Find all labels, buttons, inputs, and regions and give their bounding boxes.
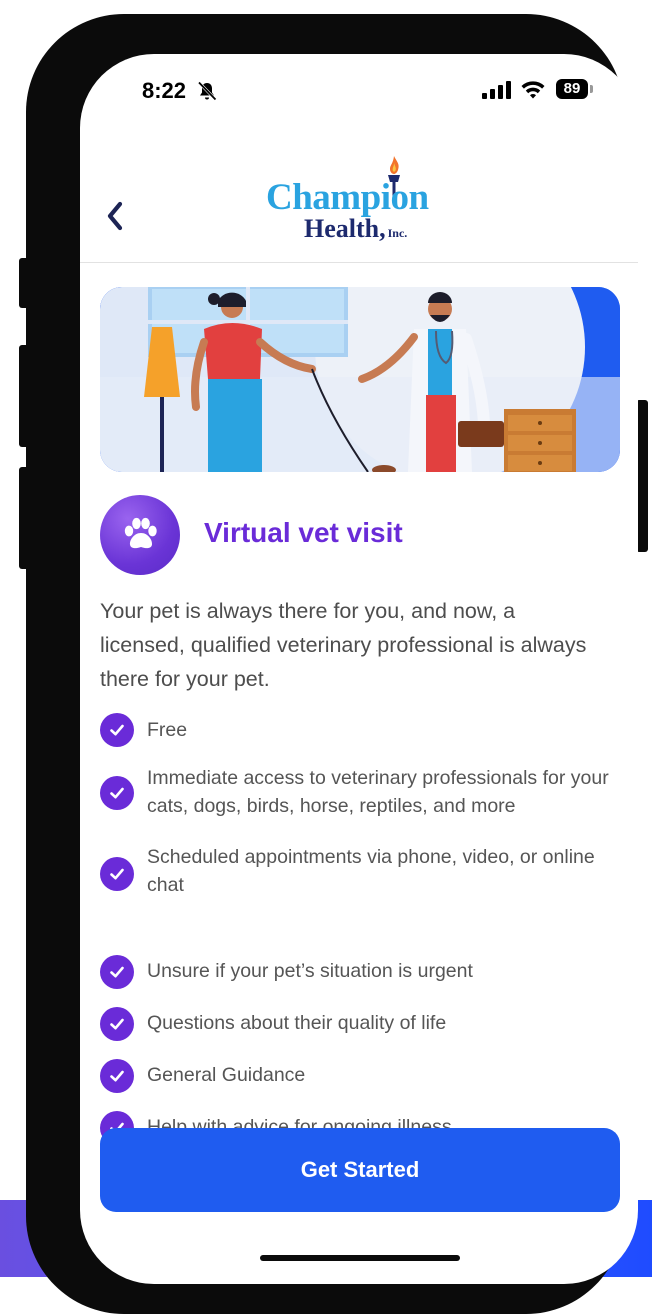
check-circle-icon [100,857,134,891]
nav-header: Champion Health, Inc. [80,144,638,263]
phone-frame: 8:22 89 Champion Health, Inc. Virtual ve… [26,14,638,1314]
feature-text: Questions about their quality of life [147,1012,447,1034]
paw-icon [124,517,157,549]
logo-text-health-word: Health, [304,214,386,243]
phone-screen: 8:22 89 Champion Health, Inc. Virtual ve… [80,54,638,1284]
chevron-left-icon [107,201,123,231]
paw-badge [100,495,180,575]
status-bar: 8:22 89 [80,54,638,128]
feature-text: Free [147,719,188,741]
feature-text: Scheduled appointments via phone, video,… [147,846,595,896]
service-description: Your pet is always there for you, and no… [100,599,587,691]
vet-consultation-illustration [100,287,620,472]
get-started-button[interactable]: Get Started [100,1128,620,1212]
check-circle-icon [100,1007,134,1041]
back-button[interactable] [102,196,128,236]
service-title: Virtual vet visit [204,517,403,548]
check-circle-icon [100,776,134,810]
cellular-signal-icon [482,81,511,99]
feature-text: General Guidance [147,1064,306,1086]
logo-text-champion: Champion [266,177,429,218]
feature-text: Immediate access to veterinary professio… [147,767,609,817]
feature-text: Unsure if your pet’s situation is urgent [147,960,473,982]
battery-indicator: 89 [556,79,588,99]
logo-text-inc: Inc. [387,226,408,240]
bell-muted-icon [197,81,217,101]
check-circle-icon [100,955,134,989]
check-circle-icon [100,713,134,747]
home-indicator [260,1255,460,1261]
battery-cap [590,85,593,93]
check-circle-icon [100,1059,134,1093]
hero-illustration [100,287,620,472]
champion-health-logo: Champion Health, Inc. [266,154,456,243]
logo-text-health: Health, Inc. [304,214,407,244]
status-time: 8:22 [142,78,187,103]
wifi-icon [521,81,545,99]
